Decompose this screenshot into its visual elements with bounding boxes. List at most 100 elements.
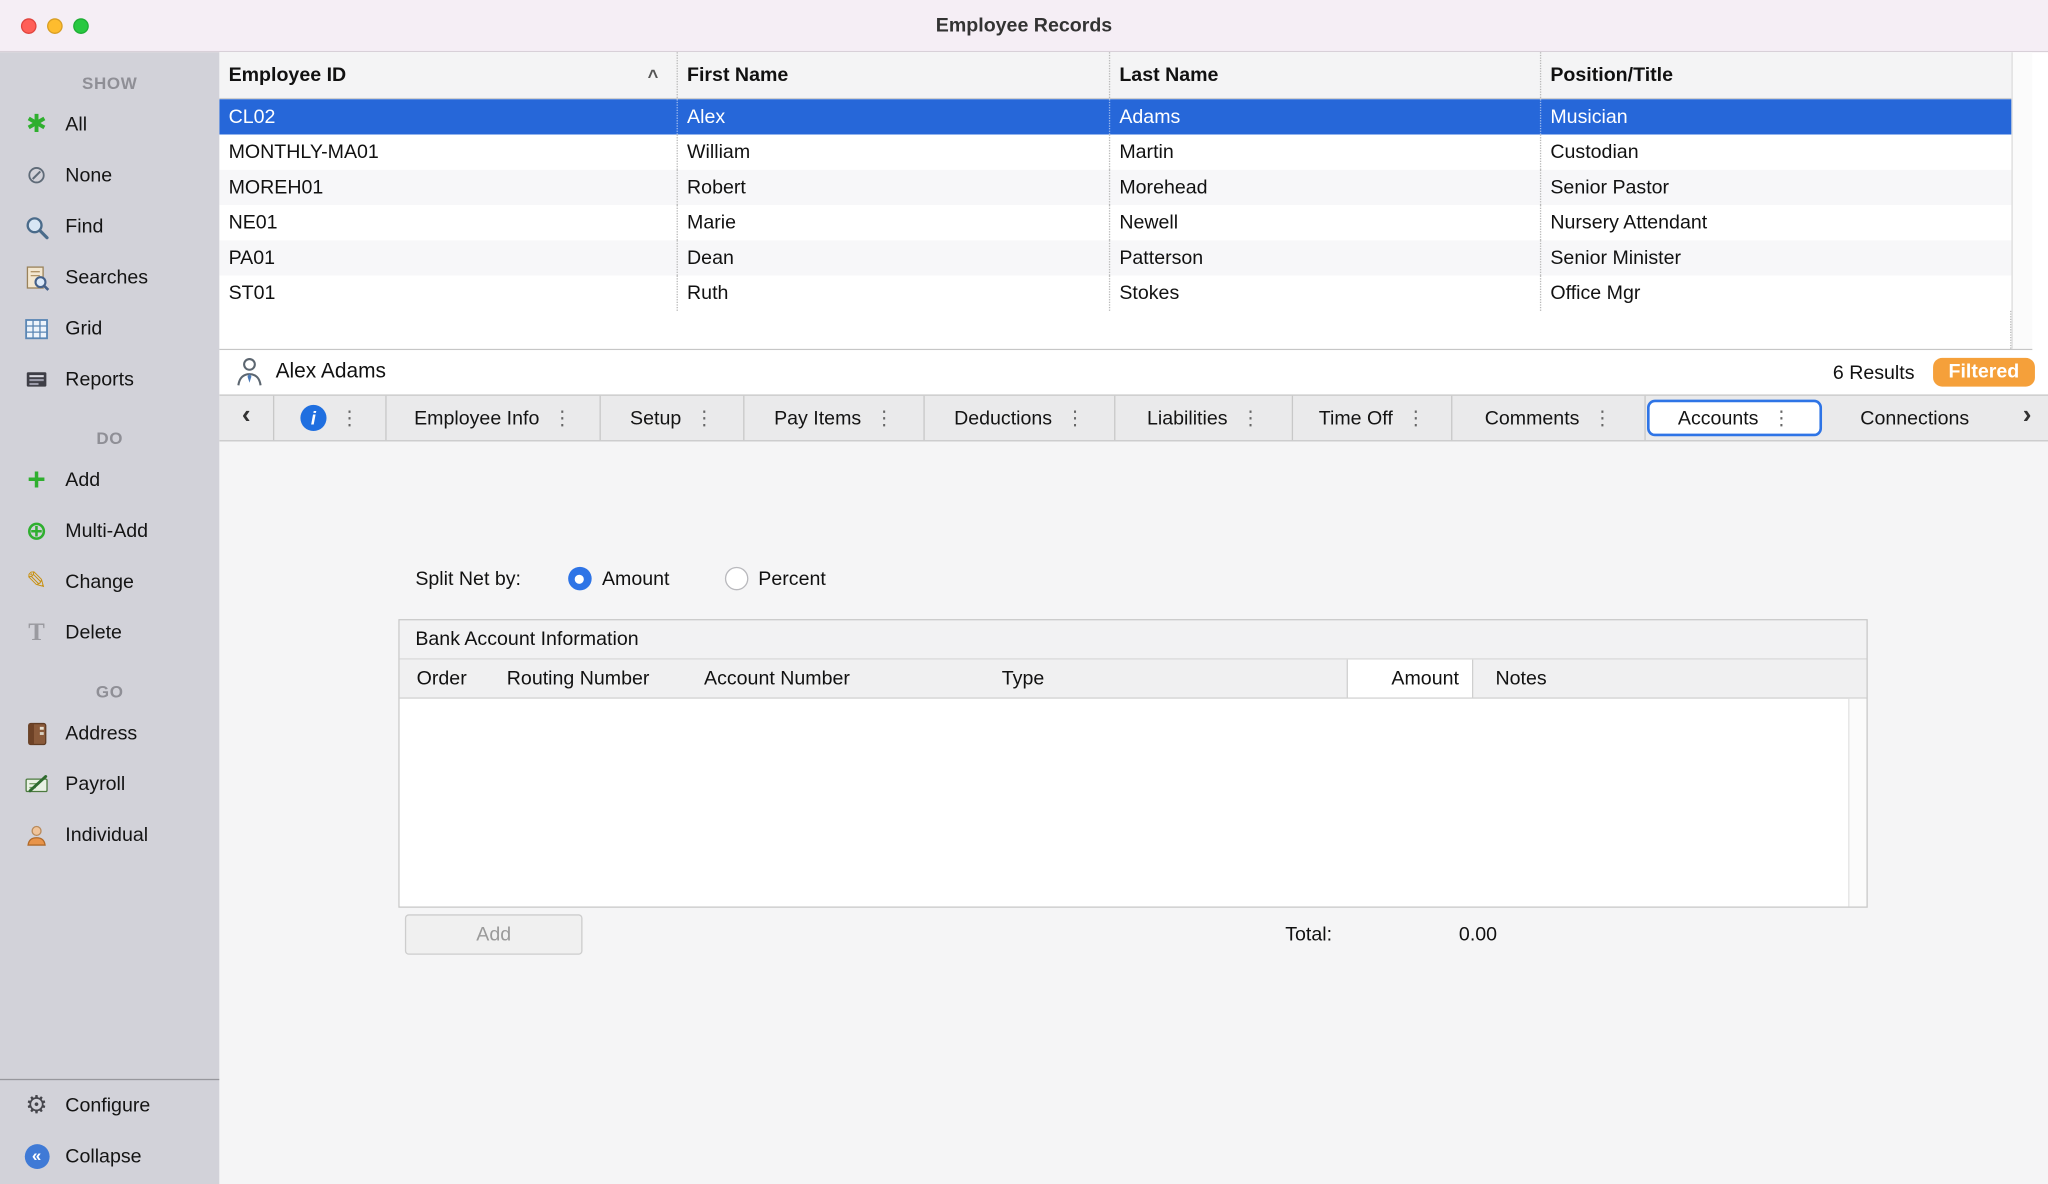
tabs-scroll-right-button[interactable]: › — [2006, 396, 2048, 440]
tab-employee-info[interactable]: Employee Info ⋮ — [387, 396, 601, 440]
title-bar: Employee Records — [0, 0, 2048, 52]
tab-comments[interactable]: Comments ⋮ — [1452, 396, 1645, 440]
sidebar-item-label: Grid — [65, 317, 102, 339]
tab-setup[interactable]: Setup ⋮ — [601, 396, 745, 440]
sidebar-item-label: Payroll — [65, 773, 125, 795]
table-row[interactable]: MOREH01 Robert Morehead Senior Pastor — [219, 170, 2011, 205]
record-bar: Alex Adams 6 Results Filtered — [219, 350, 2048, 394]
bank-table-body — [400, 699, 1867, 907]
kebab-menu-icon[interactable]: ⋮ — [1593, 406, 1613, 430]
chevron-left-icon: ‹ — [242, 401, 251, 435]
kebab-menu-icon[interactable]: ⋮ — [1772, 406, 1792, 430]
column-header-amount: Amount — [1347, 660, 1474, 698]
sidebar-item-collapse[interactable]: « Collapse — [0, 1131, 219, 1182]
tab-accounts-selected[interactable]: Accounts ⋮ — [1647, 400, 1822, 437]
sidebar-item-delete[interactable]: T Delete — [0, 607, 219, 658]
split-net-row: Split Net by: Amount Percent — [415, 562, 825, 596]
zoom-window-button[interactable] — [73, 18, 89, 34]
column-header-first-name[interactable]: First Name — [678, 52, 1110, 98]
bank-box-title: Bank Account Information — [400, 620, 1867, 659]
sidebar-item-change[interactable]: ✎ Change — [0, 556, 219, 607]
column-header-routing-number: Routing Number — [507, 660, 704, 698]
kebab-menu-icon[interactable]: ⋮ — [694, 406, 714, 430]
bank-table-header: Order Routing Number Account Number Type… — [400, 660, 1867, 699]
sidebar-item-label: Individual — [65, 824, 148, 846]
sidebar-item-add[interactable]: + Add — [0, 455, 219, 506]
slash-circle-icon: ⊘ — [26, 163, 47, 188]
kebab-menu-icon[interactable]: ⋮ — [552, 406, 572, 430]
results-count: 6 Results — [1833, 361, 1915, 383]
sidebar: SHOW ✱ All ⊘ None Find Searches — [0, 52, 219, 1184]
employee-table: Employee ID ^ First Name Last Name Posit… — [219, 52, 2032, 350]
sidebar-item-multi-add[interactable]: ⊕ Multi-Add — [0, 505, 219, 556]
sidebar-item-label: Delete — [65, 622, 122, 644]
sidebar-item-grid[interactable]: Grid — [0, 303, 219, 354]
table-row[interactable]: CL02 Alex Adams Musician — [219, 99, 2011, 134]
table-row[interactable]: PA01 Dean Patterson Senior Minister — [219, 240, 2011, 275]
add-account-button[interactable]: Add — [405, 914, 583, 954]
sidebar-item-reports[interactable]: Reports — [0, 354, 219, 405]
sidebar-item-label: Add — [65, 469, 100, 491]
kebab-menu-icon[interactable]: ⋮ — [1406, 406, 1426, 430]
sidebar-item-configure[interactable]: ⚙ Configure — [0, 1080, 219, 1131]
app-window: Employee Records SHOW ✱ All ⊘ None Find — [0, 0, 2048, 1184]
column-header-order: Order — [400, 660, 507, 698]
kebab-menu-icon[interactable]: ⋮ — [1065, 406, 1085, 430]
sidebar-item-label: Collapse — [65, 1145, 141, 1167]
sidebar-item-label: Configure — [65, 1095, 150, 1117]
circle-plus-icon: ⊕ — [26, 518, 48, 544]
tab-liabilities[interactable]: Liabilities ⋮ — [1115, 396, 1293, 440]
grid-icon — [21, 314, 52, 343]
current-record-name: Alex Adams — [276, 360, 386, 384]
window-controls — [21, 18, 89, 34]
sidebar-item-label: Searches — [65, 266, 148, 288]
gear-icon: ⚙ — [25, 1093, 47, 1118]
table-vertical-scrollbar[interactable] — [2011, 52, 2032, 348]
tab-connections[interactable]: Connections — [1823, 396, 2006, 440]
tab-pay-items[interactable]: Pay Items ⋮ — [744, 396, 924, 440]
sidebar-item-none[interactable]: ⊘ None — [0, 150, 219, 201]
sidebar-item-label: Address — [65, 722, 137, 744]
column-header-last-name[interactable]: Last Name — [1110, 52, 1541, 98]
sidebar-item-individual[interactable]: Individual — [0, 810, 219, 861]
tabs-scroll-left-button[interactable]: ‹ — [219, 396, 274, 440]
sort-ascending-icon: ^ — [648, 65, 659, 86]
delete-icon: T — [28, 620, 45, 645]
bank-account-information-box: Bank Account Information Order Routing N… — [398, 619, 1867, 908]
close-window-button[interactable] — [21, 18, 37, 34]
amount-radio-label: Amount — [602, 568, 670, 590]
chevron-right-icon: › — [2023, 401, 2032, 435]
tab-deductions[interactable]: Deductions ⋮ — [925, 396, 1116, 440]
kebab-menu-icon[interactable]: ⋮ — [1241, 406, 1261, 430]
sidebar-item-label: Find — [65, 216, 103, 238]
table-row[interactable]: NE01 Marie Newell Nursery Attendant — [219, 205, 2011, 240]
minimize-window-button[interactable] — [47, 18, 63, 34]
column-header-account-number: Account Number — [704, 660, 1002, 698]
sidebar-item-payroll[interactable]: Payroll — [0, 759, 219, 810]
bank-table-scrollbar[interactable] — [1848, 699, 1866, 907]
tab-info[interactable]: i ⋮ — [274, 396, 386, 440]
sidebar-item-find[interactable]: Find — [0, 201, 219, 252]
percent-radio[interactable] — [724, 567, 748, 591]
sidebar-item-address[interactable]: Address — [0, 708, 219, 759]
column-header-employee-id[interactable]: Employee ID ^ — [219, 52, 677, 98]
payroll-check-icon — [21, 770, 52, 799]
kebab-menu-icon[interactable]: ⋮ — [340, 406, 360, 430]
sidebar-section-go: GO — [0, 677, 219, 708]
table-row[interactable]: MONTHLY-MA01 William Martin Custodian — [219, 135, 2011, 170]
search-icon — [21, 212, 52, 241]
sidebar-item-all[interactable]: ✱ All — [0, 99, 219, 150]
address-book-icon — [21, 719, 52, 748]
filtered-badge[interactable]: Filtered — [1933, 358, 2035, 387]
column-header-position[interactable]: Position/Title — [1541, 52, 2011, 98]
sidebar-item-searches[interactable]: Searches — [0, 252, 219, 303]
window-title: Employee Records — [936, 14, 1112, 36]
tab-time-off[interactable]: Time Off ⋮ — [1293, 396, 1452, 440]
total-label: Total: — [1285, 923, 1332, 945]
table-row[interactable]: ST01 Ruth Stokes Office Mgr — [219, 276, 2011, 311]
amount-radio[interactable] — [568, 567, 592, 591]
kebab-menu-icon[interactable]: ⋮ — [874, 406, 894, 430]
column-header-type: Type — [1002, 660, 1347, 698]
sidebar-footer: ⚙ Configure « Collapse — [0, 1079, 219, 1182]
sidebar-item-label: Change — [65, 571, 134, 593]
